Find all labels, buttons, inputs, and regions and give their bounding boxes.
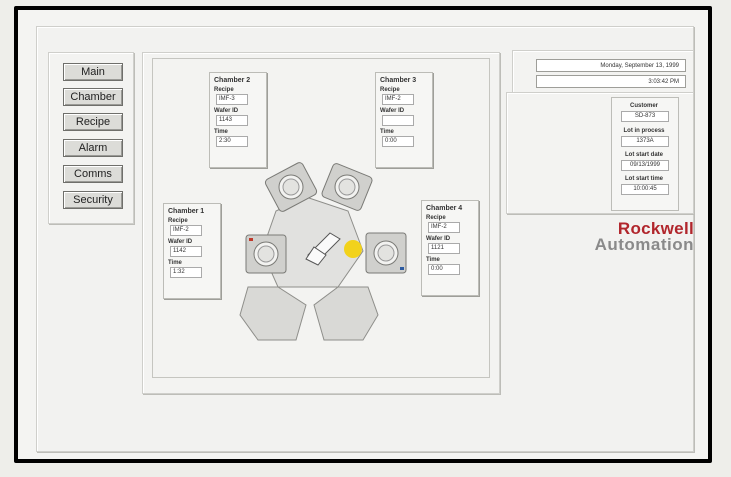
loadlock-right xyxy=(313,286,379,341)
chamber2-info-panel: Chamber 2 Recipe IMF-3 Wafer ID 1143 Tim… xyxy=(209,72,267,168)
chamber3-wafer-value xyxy=(382,115,414,126)
chamber3-time-label: Time xyxy=(380,129,394,135)
lot-start-date-label: Lot start date xyxy=(624,152,663,158)
chamber4-wafer-value: 1121 xyxy=(428,243,460,254)
chamber3-recipe-value: IMF-2 xyxy=(382,94,414,105)
chamber3-wafer-label: Wafer ID xyxy=(380,108,405,114)
chamber2-wafer-label: Wafer ID xyxy=(214,108,239,114)
time-display: 3:03:42 PM xyxy=(536,75,686,88)
lot-start-date-value: 09/13/1999 xyxy=(621,160,669,171)
chamber1-time-value: 1:32 xyxy=(170,267,202,278)
process-chamber-left[interactable] xyxy=(245,234,287,274)
chamber1-wafer-label: Wafer ID xyxy=(168,239,193,245)
chamber4-info-panel: Chamber 4 Recipe IMF-2 Wafer ID 1121 Tim… xyxy=(421,200,479,296)
chamber4-time-label: Time xyxy=(426,257,440,263)
datetime-panel: Monday, September 13, 1999 3:03:42 PM xyxy=(512,50,694,94)
chamber2-wafer-value: 1143 xyxy=(216,115,248,126)
nav-alarm-button[interactable]: Alarm xyxy=(63,139,123,157)
nav-panel: Main Chamber Recipe Alarm Comms Security xyxy=(48,52,134,224)
chamber4-recipe-value: IMF-2 xyxy=(428,222,460,233)
date-display: Monday, September 13, 1999 xyxy=(536,59,686,72)
chamber3-time-value: 0:00 xyxy=(382,136,414,147)
lot-in-process-label: Lot in process xyxy=(623,128,665,134)
nav-security-button[interactable]: Security xyxy=(63,191,123,209)
nav-comms-button[interactable]: Comms xyxy=(63,165,123,183)
automation-logo-text: Automation xyxy=(594,235,694,254)
chamber2-time-value: 2:30 xyxy=(216,136,248,147)
customer-value: SD-873 xyxy=(621,111,669,122)
chamber1-info-panel: Chamber 1 Recipe IMF-2 Wafer ID 1142 Tim… xyxy=(163,203,221,299)
lot-start-time-label: Lot start time xyxy=(624,176,663,182)
chamber2-recipe-value: IMF-3 xyxy=(216,94,248,105)
customer-label: Customer xyxy=(629,103,658,109)
chamber4-recipe-label: Recipe xyxy=(426,215,446,221)
lot-start-time-value: 10:00:45 xyxy=(621,184,669,195)
nav-recipe-button[interactable]: Recipe xyxy=(63,113,123,131)
nav-main-button[interactable]: Main xyxy=(63,63,123,81)
chamber4-title: Chamber 4 xyxy=(426,205,463,212)
loadlock-left xyxy=(239,286,307,341)
lot-info-panel: Customer SD-873 Lot in process 1373A Lot… xyxy=(506,92,694,214)
nav-chamber-button[interactable]: Chamber xyxy=(63,88,123,106)
chamber1-recipe-value: IMF-2 xyxy=(170,225,202,236)
chamber4-time-value: 0:00 xyxy=(428,264,460,275)
chamber3-recipe-label: Recipe xyxy=(380,87,400,93)
chamber3-info-panel: Chamber 3 Recipe IMF-2 Wafer ID Time 0:0… xyxy=(375,72,433,168)
process-chamber-right[interactable] xyxy=(365,232,407,274)
chamber2-time-label: Time xyxy=(214,129,228,135)
chamber1-recipe-label: Recipe xyxy=(168,218,188,224)
chamber4-wafer-label: Wafer ID xyxy=(426,236,451,242)
chamber2-title: Chamber 2 xyxy=(214,77,251,84)
chamber1-title: Chamber 1 xyxy=(168,208,205,215)
cluster-tool-diagram xyxy=(239,162,407,341)
chamber2-recipe-label: Recipe xyxy=(214,87,234,93)
wafer-indicator-icon xyxy=(344,240,362,258)
chamber3-title: Chamber 3 xyxy=(380,77,417,84)
chamber1-wafer-value: 1142 xyxy=(170,246,202,257)
chamber1-time-label: Time xyxy=(168,260,182,266)
lot-in-process-value: 1373A xyxy=(621,136,669,147)
